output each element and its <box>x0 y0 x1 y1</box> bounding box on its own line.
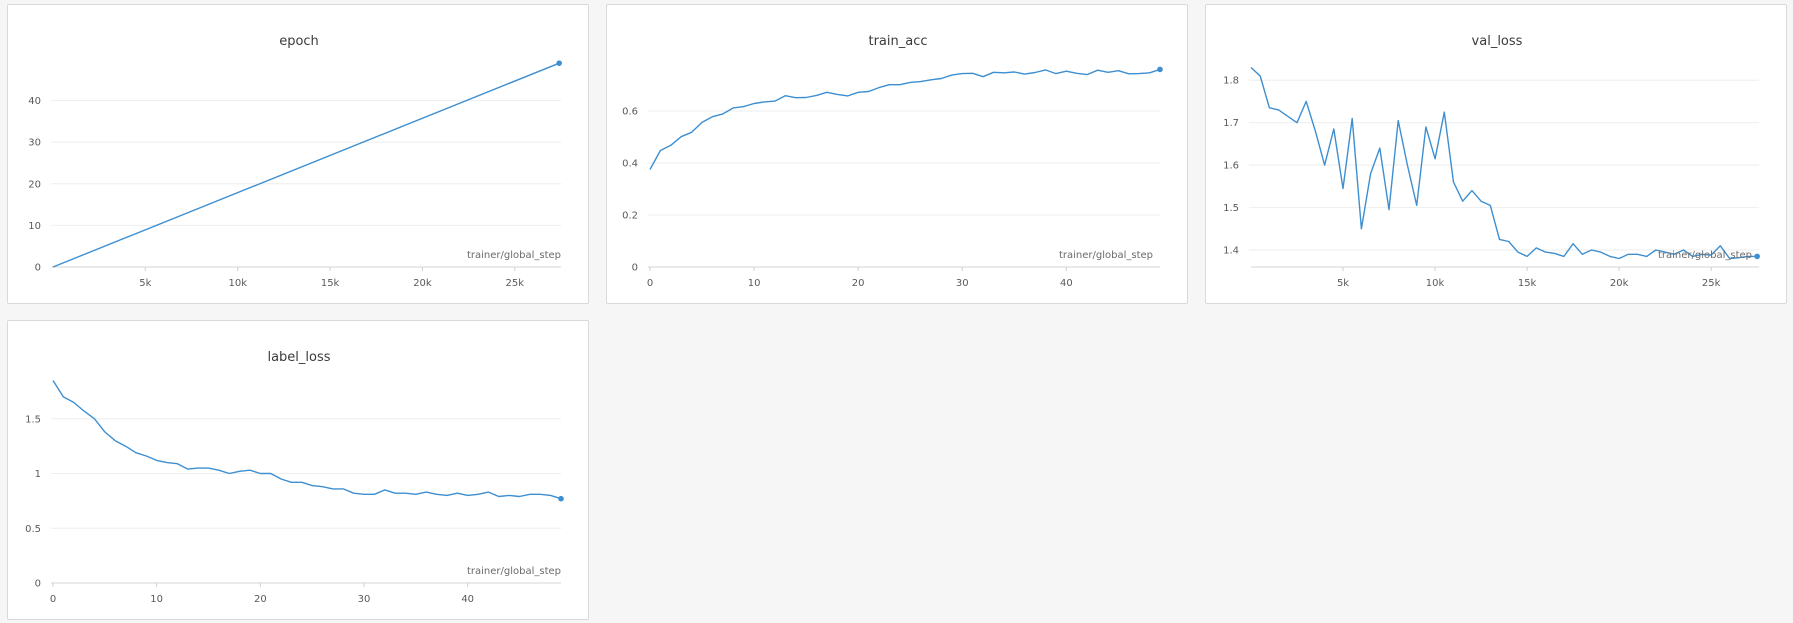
x-tick-label: 40 <box>461 594 474 605</box>
chart-panel-epoch: epoch 0 10 20 30 40 5k 10k 15k 20k 25k trainer/glo… <box>7 4 589 304</box>
y-tick-label: 1.7 <box>1223 118 1239 129</box>
x-tick-label: 20 <box>254 594 267 605</box>
x-tick-label: 40 <box>1060 278 1073 289</box>
chart-svg-val-loss: val_loss 1.4 1.5 1.6 1.7 1.8 5k 10k 15k 20k 25k tr… <box>1223 34 1760 289</box>
y-tick-label: 1.6 <box>1223 161 1239 172</box>
y-tick-label: 1.8 <box>1223 76 1239 87</box>
y-tick-label: 0.4 <box>622 159 638 170</box>
y-tick-label: 30 <box>28 138 41 149</box>
x-tick-label: 30 <box>956 278 969 289</box>
y-tick-label: 1 <box>35 469 41 480</box>
y-tick-label: 1.5 <box>25 414 41 425</box>
chart-panel-train-acc: train_acc 0 0.2 0.4 0.6 0 10 20 30 40 trainer/glo… <box>606 4 1188 304</box>
x-tick-label: 10k <box>1426 278 1445 289</box>
y-tick-label: 0 <box>35 579 41 590</box>
y-tick-label: 0 <box>35 263 41 274</box>
chart-svg-epoch: epoch 0 10 20 30 40 5k 10k 15k 20k 25k trainer/glo… <box>28 34 562 289</box>
chart-title: train_acc <box>868 34 927 49</box>
chart-svg-label-loss: label_loss 0 0.5 1 1.5 0 10 20 30 40 trainer/glob… <box>25 350 564 605</box>
x-tick-label: 25k <box>506 278 525 289</box>
series-line <box>52 62 560 268</box>
series-endpoint <box>556 60 562 66</box>
x-tick-label: 15k <box>1518 278 1537 289</box>
x-tick-label: 20 <box>852 278 865 289</box>
series-line <box>649 68 1161 170</box>
series-endpoint <box>1754 253 1760 260</box>
y-tick-label: 0.6 <box>622 107 638 118</box>
x-tick-label: 10 <box>748 278 761 289</box>
x-tick-label: 20k <box>1610 278 1629 289</box>
y-tick-label: 0.5 <box>25 524 41 535</box>
series-endpoint <box>558 495 564 502</box>
x-tick-label: 10k <box>228 278 247 289</box>
x-tick-label: 0 <box>647 278 653 289</box>
x-tick-label: 25k <box>1702 278 1721 289</box>
y-tick-label: 1.5 <box>1223 203 1239 214</box>
x-axis-title: trainer/global_step <box>467 250 561 261</box>
chart-panel-label-loss: label_loss 0 0.5 1 1.5 0 10 20 30 40 trainer/glob… <box>7 320 589 620</box>
x-tick-label: 10 <box>150 594 163 605</box>
y-tick-label: 1.4 <box>1223 246 1239 257</box>
x-axis-title: trainer/global_step <box>1658 250 1752 261</box>
x-tick-label: 20k <box>413 278 432 289</box>
chart-title: epoch <box>279 34 319 49</box>
chart-title: label_loss <box>267 350 330 365</box>
y-tick-label: 20 <box>28 179 41 190</box>
x-tick-label: 5k <box>1337 278 1349 289</box>
chart-title: val_loss <box>1472 34 1523 49</box>
x-tick-label: 30 <box>358 594 371 605</box>
y-tick-label: 0.2 <box>622 211 638 222</box>
series-line <box>52 380 562 500</box>
x-axis-title: trainer/global_step <box>467 566 561 577</box>
y-tick-label: 10 <box>28 221 41 232</box>
x-axis-title: trainer/global_step <box>1059 250 1153 261</box>
chart-panel-val-loss: val_loss 1.4 1.5 1.6 1.7 1.8 5k 10k 15k 20k 25k tr… <box>1205 4 1787 304</box>
y-tick-label: 0 <box>632 263 638 274</box>
chart-svg-train-acc: train_acc 0 0.2 0.4 0.6 0 10 20 30 40 trainer/glo… <box>622 34 1163 289</box>
x-tick-label: 15k <box>321 278 340 289</box>
x-tick-label: 0 <box>50 594 56 605</box>
series-endpoint <box>1157 66 1163 73</box>
y-tick-label: 40 <box>28 96 41 107</box>
x-tick-label: 5k <box>139 278 151 289</box>
series-line <box>1250 66 1758 260</box>
